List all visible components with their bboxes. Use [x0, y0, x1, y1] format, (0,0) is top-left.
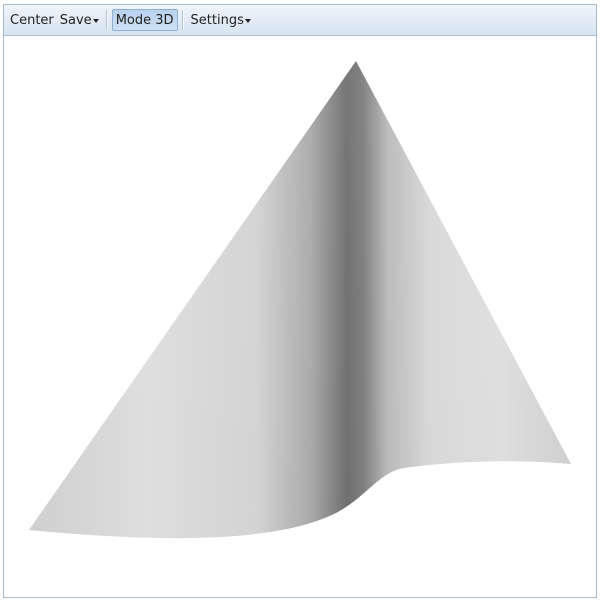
- toolbar: Center Save Mode 3D Settings: [4, 5, 596, 36]
- plot-window: Center Save Mode 3D Settings: [3, 4, 597, 598]
- caret-down-icon: [244, 19, 251, 23]
- mode-3d-toggle[interactable]: Mode 3D: [111, 9, 178, 31]
- center-button-label: Center: [10, 12, 54, 28]
- cone-highlight: [29, 61, 571, 539]
- toolbar-separator: [181, 10, 184, 30]
- settings-menu-button[interactable]: Settings: [188, 9, 254, 31]
- mode-3d-label: Mode 3D: [115, 12, 174, 28]
- toolbar-separator: [105, 10, 108, 30]
- settings-menu-label: Settings: [190, 12, 244, 28]
- save-menu-button[interactable]: Save: [57, 9, 102, 31]
- save-menu-label: Save: [59, 12, 92, 28]
- plot-canvas-3d[interactable]: [4, 36, 596, 597]
- surface-plot[interactable]: [4, 36, 596, 597]
- center-button[interactable]: Center: [7, 9, 57, 31]
- caret-down-icon: [92, 19, 99, 23]
